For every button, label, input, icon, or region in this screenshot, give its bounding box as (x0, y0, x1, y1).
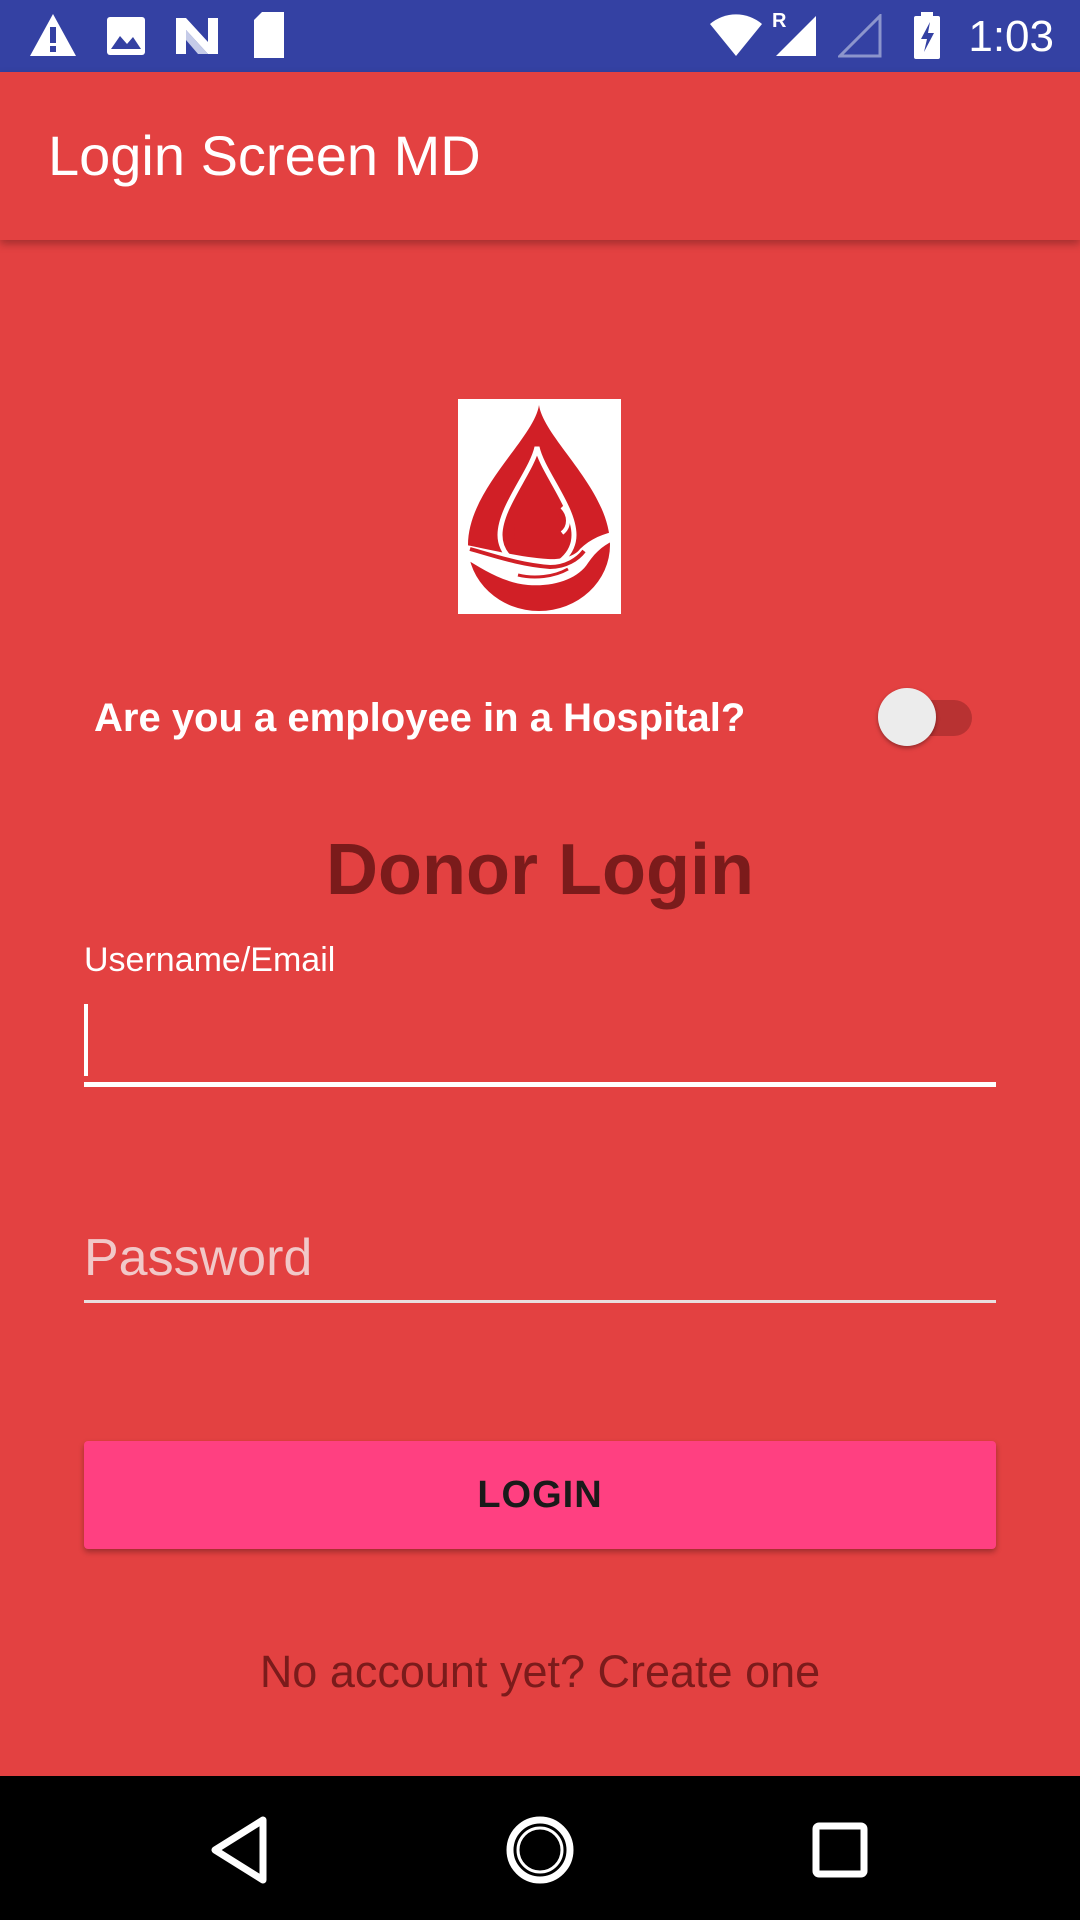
switch-thumb (878, 688, 936, 746)
username-input[interactable] (84, 1000, 996, 1087)
create-account-link[interactable]: No account yet? Create one (0, 1646, 1080, 1698)
cell-signal-roaming-icon (776, 16, 816, 56)
battery-charging-icon (914, 12, 940, 59)
app-logo (458, 399, 621, 614)
status-bar: R 1:03 (0, 0, 1080, 72)
sd-card-moon-icon (254, 12, 284, 58)
donor-login-heading: Donor Login (326, 830, 754, 910)
home-icon[interactable] (492, 1802, 588, 1898)
app-bar: Login Screen MD (0, 72, 1080, 240)
status-time: 1:03 (968, 12, 1054, 61)
cell-signal-empty-icon (838, 14, 882, 58)
blood-drop-hand-icon (466, 405, 618, 611)
login-button[interactable]: LOGIN (84, 1441, 996, 1549)
back-icon[interactable] (193, 1802, 289, 1898)
recents-icon[interactable] (792, 1802, 888, 1898)
wifi-icon (710, 14, 762, 56)
app-title: Login Screen MD (48, 124, 481, 187)
warning-icon (30, 14, 76, 56)
n-logo-icon (176, 18, 218, 54)
image-icon (107, 17, 145, 55)
hospital-employee-label: Are you a employee in a Hospital? (94, 696, 746, 740)
username-label: Username/Email (84, 941, 336, 979)
password-input[interactable] (84, 1216, 996, 1303)
navigation-bar (0, 1776, 1080, 1920)
hospital-employee-switch[interactable] (878, 686, 976, 746)
text-cursor (84, 1004, 88, 1076)
